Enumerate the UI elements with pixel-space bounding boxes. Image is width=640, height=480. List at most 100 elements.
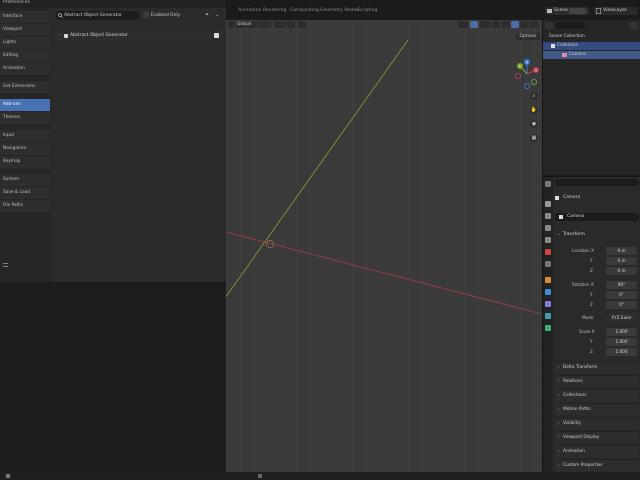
panel-delta-transform[interactable]: Delta Transform	[555, 361, 639, 374]
sidebar-item-interface[interactable]: Interface	[0, 11, 50, 23]
sidebar-item-input[interactable]: Input	[0, 130, 50, 142]
panel-motion-paths[interactable]: Motion Paths	[555, 403, 639, 416]
hamburger-menu-icon[interactable]	[3, 263, 8, 267]
collection-tab-icon[interactable]	[545, 261, 551, 267]
gizmo-toggle[interactable]	[470, 21, 478, 28]
proportional-edit-button[interactable]	[298, 21, 306, 28]
object-tab-icon[interactable]	[545, 277, 551, 283]
snap-button[interactable]	[274, 21, 286, 28]
sidebar-item-save-load[interactable]: Save & Load	[0, 187, 50, 199]
rotation-y-field[interactable]: 0°	[606, 291, 637, 299]
scene-label: Scene	[554, 8, 569, 13]
scale-y-field[interactable]: 1.000	[606, 338, 637, 346]
perspective-grid-icon[interactable]: ▦	[530, 134, 538, 142]
panel-relations[interactable]: Relations	[555, 375, 639, 388]
shading-solid-button[interactable]	[502, 21, 510, 28]
expand-arrow-icon[interactable]: ›	[59, 31, 61, 40]
addon-enable-checkbox[interactable]	[64, 34, 68, 38]
pan-hand-icon[interactable]: ✋	[530, 106, 538, 114]
scale-z-field[interactable]: 1.000	[606, 348, 637, 356]
outliner-collection[interactable]: Collection	[543, 42, 640, 50]
shading-rendered-button[interactable]	[520, 21, 528, 28]
sidebar-item-get-extensions[interactable]: Get Extensions	[0, 81, 50, 93]
panel-viewport-display[interactable]: Viewport Display	[555, 431, 639, 444]
rotation-z-field[interactable]: 0°	[606, 301, 637, 309]
modifiers-tab-icon[interactable]	[545, 289, 551, 295]
visibility-button[interactable]	[458, 21, 468, 28]
location-y-field[interactable]: 0 m	[606, 257, 637, 265]
sidebar-item-editing[interactable]: Editing	[0, 50, 50, 62]
panel-animation[interactable]: Animation	[555, 445, 639, 458]
workspace-tab-compositing[interactable]: Compositing	[290, 8, 319, 13]
scene-name-field[interactable]	[569, 8, 586, 14]
enabled-only-checkbox[interactable]	[143, 12, 149, 18]
outliner-scene-collection[interactable]: Scene Collection	[543, 33, 640, 41]
mouse-left-icon	[6, 474, 10, 478]
filter-icon[interactable]: ⏷	[205, 12, 212, 18]
xray-toggle[interactable]	[492, 21, 500, 28]
outliner-search-input[interactable]	[555, 22, 585, 29]
transform-orientation-dropdown[interactable]: Global	[235, 21, 258, 28]
world-tab-icon[interactable]	[545, 249, 551, 255]
sidebar-item-themes[interactable]: Themes	[0, 112, 50, 124]
view-layer-selector[interactable]: ViewLayer	[594, 7, 638, 15]
options-dropdown[interactable]: Options	[516, 33, 540, 40]
rotation-mode-label: Mode	[582, 315, 594, 320]
transform-label: Transform	[563, 232, 585, 237]
outliner-filter-button[interactable]	[629, 22, 638, 29]
sidebar-item-system[interactable]: System	[0, 174, 50, 186]
location-x-label: Location X	[572, 248, 594, 253]
workspace-tab-animation[interactable]: Animation	[238, 8, 261, 13]
panel-custom-properties[interactable]: Custom Properties	[555, 459, 639, 472]
sidebar-item-animation[interactable]: Animation	[0, 63, 50, 75]
location-z-field[interactable]: 0 m	[606, 267, 637, 275]
tool-tab-icon[interactable]	[545, 181, 551, 187]
preferences-titlebar[interactable]: Preferences	[0, 0, 226, 8]
shading-options-button[interactable]	[529, 21, 539, 28]
properties-search-input[interactable]	[555, 179, 639, 186]
sidebar-item-lights[interactable]: Lights	[0, 37, 50, 49]
output-tab-icon[interactable]	[545, 213, 551, 219]
navigation-gizmo[interactable]: X Y Z	[512, 56, 542, 92]
view-layer-tab-icon[interactable]	[545, 225, 551, 231]
camera-data-tab-icon[interactable]	[545, 325, 551, 331]
rotation-z-label: Z	[590, 302, 593, 307]
location-z-label: Z	[590, 268, 593, 273]
pivot-point-button[interactable]	[259, 21, 271, 28]
shading-material-button[interactable]	[511, 21, 519, 28]
transform-panel-header[interactable]: ⌄ Transform	[555, 230, 639, 240]
panel-collections[interactable]: Collections	[555, 389, 639, 402]
outliner-camera[interactable]: Camera	[543, 51, 640, 59]
object-name-field[interactable]: Camera	[555, 213, 639, 221]
snap-settings-button[interactable]	[287, 21, 295, 28]
addon-search-input[interactable]: Abstract Object Generator	[56, 11, 139, 20]
editor-type-button[interactable]	[228, 21, 234, 28]
3d-viewport[interactable]: Global Options X Y Z ⌕ ✋ ◉ ▦	[226, 20, 542, 472]
camera-object-icon	[562, 53, 567, 57]
overlays-button[interactable]	[480, 21, 490, 28]
workspace-tab-geometry-nodes[interactable]: Geometry Nodes	[320, 8, 359, 13]
sidebar-item-file-paths[interactable]: File Paths	[0, 200, 50, 212]
panel-visibility[interactable]: Visibility	[555, 417, 639, 430]
scale-x-field[interactable]: 1.000	[606, 328, 637, 336]
addon-folder-icon[interactable]	[214, 33, 219, 38]
rotation-mode-dropdown[interactable]: XYZ Euler	[606, 314, 637, 322]
physics-tab-icon[interactable]	[545, 301, 551, 307]
addon-menu-icon[interactable]: ⌄	[215, 12, 222, 18]
workspace-tab-rendering[interactable]: Rendering	[263, 8, 286, 13]
sidebar-item-add-ons[interactable]: Add-ons	[0, 99, 50, 111]
camera-view-icon[interactable]: ◉	[530, 120, 538, 128]
zoom-icon[interactable]: ⌕	[530, 92, 538, 100]
sidebar-item-navigation[interactable]: Navigation	[0, 143, 50, 155]
sidebar-item-viewport[interactable]: Viewport	[0, 24, 50, 36]
rotation-x-field[interactable]: 90°	[606, 281, 637, 289]
addon-row[interactable]: › Abstract Object Generator	[56, 31, 223, 40]
outliner-editor-type-button[interactable]	[545, 22, 553, 29]
view-layer-label: ViewLayer	[603, 8, 627, 13]
constraints-tab-icon[interactable]	[545, 313, 551, 319]
location-x-field[interactable]: 0 m	[606, 247, 637, 255]
render-tab-icon[interactable]	[545, 201, 551, 207]
sidebar-item-keymap[interactable]: Keymap	[0, 156, 50, 168]
scene-tab-icon[interactable]	[545, 237, 551, 243]
workspace-tab-scripting[interactable]: Scripting	[357, 8, 377, 13]
